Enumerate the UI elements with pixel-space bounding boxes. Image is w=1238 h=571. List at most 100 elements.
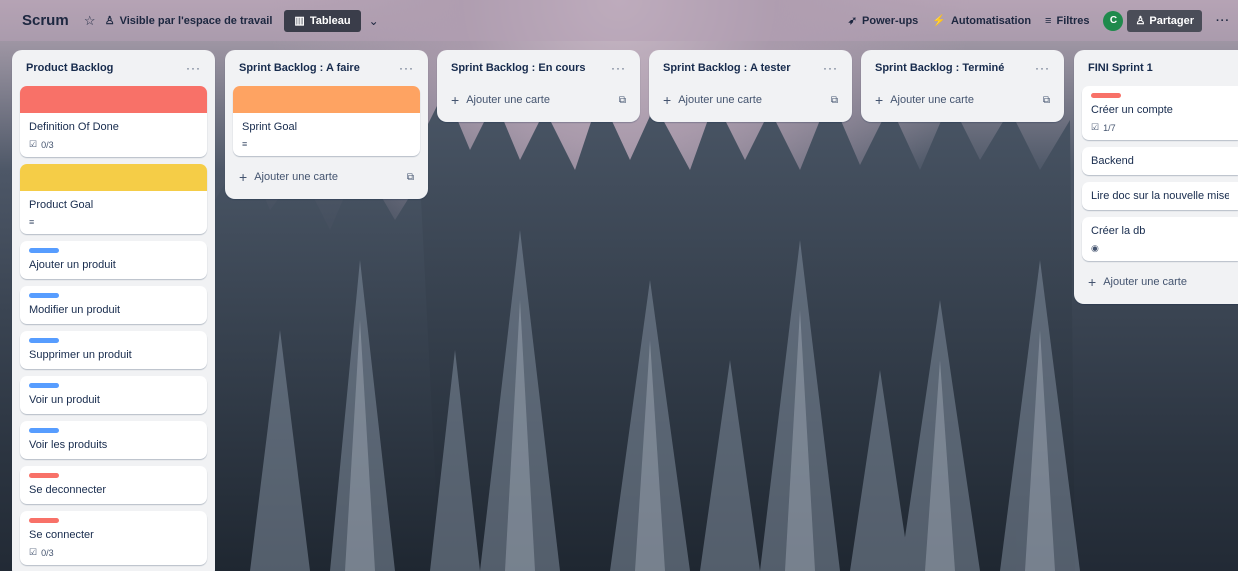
checklist-icon: ☑ [29,547,38,557]
card-title: Backend [1091,155,1134,167]
list-sprint-a-tester: Sprint Backlog : A tester ··· + Ajouter u… [649,50,852,122]
card-label[interactable] [29,248,59,253]
card[interactable]: Supprimer un produit [20,331,207,369]
card[interactable]: Definition Of Done ☑ 0/3 [20,86,207,157]
card-title: Modifier un produit [29,304,121,316]
description-icon: ≡ [242,139,248,149]
automation-button[interactable]: ⚡ Automatisation [932,14,1032,28]
people-icon: ♙ [104,15,115,27]
card-title: Voir les produits [29,439,108,451]
plus-icon: + [451,92,460,108]
card-title: Definition Of Done [29,121,119,133]
list-header: Sprint Backlog : Terminé ··· [869,50,1056,86]
share-label: Partager [1149,14,1194,27]
card-title: Product Goal [29,199,94,211]
template-icon[interactable]: ⧉ [619,95,626,106]
powerups-label: Power-ups [862,14,919,27]
list-title[interactable]: Sprint Backlog : Terminé [875,62,1004,74]
person-add-icon: ♙ [1135,15,1146,27]
card[interactable]: Voir les produits [20,421,207,459]
list-header: Sprint Backlog : En cours ··· [445,50,632,86]
filters-button[interactable]: ≡ Filtres [1045,15,1089,27]
add-card-button[interactable]: + Ajouter une carte [1082,268,1238,296]
card-cover [233,86,420,113]
card-label[interactable] [29,383,59,388]
list-menu-icon[interactable]: ··· [823,61,838,75]
card-title: Voir un produit [29,394,100,406]
list-title[interactable]: Sprint Backlog : A tester [663,62,791,74]
card-title: Se deconnecter [29,484,107,496]
card-cover [20,86,207,113]
add-card-button[interactable]: + Ajouter une carte ⧉ [233,163,420,191]
card-label[interactable] [29,293,59,298]
card-title: Lire doc sur la nouvelle mises [1091,190,1229,202]
rocket-icon: ➶ [847,15,858,27]
card[interactable]: Backend [1082,147,1238,175]
list-title[interactable]: Sprint Backlog : En cours [451,62,585,74]
card[interactable]: Se connecter ☑ 0/3 [20,511,207,565]
checklist-count: 1/7 [1103,122,1116,133]
add-card-label: Ajouter une carte [466,94,550,106]
visibility-button[interactable]: ♙ Visible par l'espace de travail [104,14,273,28]
card-label[interactable] [29,518,59,523]
star-icon[interactable]: ☆ [79,10,101,32]
card-label[interactable] [29,428,59,433]
add-card-label: Ajouter une carte [678,94,762,106]
card[interactable]: Se deconnecter [20,466,207,504]
automation-label: Automatisation [950,14,1032,27]
powerups-button[interactable]: ➶ Power-ups [847,14,919,28]
card[interactable]: Sprint Goal ≡ [233,86,420,156]
board-header: Scrum ☆ ♙ Visible par l'espace de travai… [0,0,1238,41]
list-sprint-en-cours: Sprint Backlog : En cours ··· + Ajouter u… [437,50,640,122]
list-title[interactable]: Product Backlog [26,62,113,74]
description-icon: ≡ [29,217,35,227]
list-menu-icon[interactable]: ··· [186,61,201,75]
plus-icon: + [663,92,672,108]
checklist-count: 0/3 [41,139,54,150]
chevron-down-icon[interactable]: ⌄ [369,14,379,28]
card[interactable]: Voir un produit [20,376,207,414]
list-title[interactable]: FINI Sprint 1 [1088,62,1153,74]
list-header: Sprint Backlog : A tester ··· [657,50,844,86]
card-label[interactable] [29,473,59,478]
template-icon[interactable]: ⧉ [831,95,838,106]
add-card-button[interactable]: + Ajouter une carte ⧉ [445,86,632,114]
card-title: Créer un compte [1091,104,1173,116]
list-menu-icon[interactable]: ··· [399,61,414,75]
avatar[interactable]: C [1103,10,1124,31]
more-icon[interactable]: ··· [1216,15,1230,27]
list-product-backlog: Product Backlog ··· Definition Of Done ☑… [12,50,215,571]
list-header: FINI Sprint 1 [1082,50,1238,86]
board-view-button[interactable]: ▥ Tableau [284,9,361,32]
checklist-badge: ☑ 0/3 [29,139,198,150]
list-header: Sprint Backlog : A faire ··· [233,50,420,86]
card[interactable]: Lire doc sur la nouvelle mises [1082,182,1238,210]
checklist-icon: ☑ [1091,122,1100,132]
add-card-button[interactable]: + Ajouter une carte ⧉ [657,86,844,114]
card[interactable]: Créer un compte ☑ 1/7 [1082,86,1238,140]
card-cover [20,164,207,191]
list-sprint-a-faire: Sprint Backlog : A faire ··· Sprint Goal… [225,50,428,199]
template-icon[interactable]: ⧉ [407,172,414,183]
add-card-label: Ajouter une carte [1103,276,1187,288]
card[interactable]: Modifier un produit [20,286,207,324]
add-card-label: Ajouter une carte [254,171,338,183]
share-button[interactable]: ♙ Partager [1127,9,1202,32]
card-title: Sprint Goal [242,121,298,133]
board-view-icon: ▥ [294,15,305,27]
board-view-label: Tableau [309,14,351,27]
list-menu-icon[interactable]: ··· [611,61,626,75]
card[interactable]: Créer la db ◉ [1082,217,1238,261]
filter-icon: ≡ [1045,14,1052,27]
board-title[interactable]: Scrum [22,12,69,29]
card-label[interactable] [1091,93,1121,98]
checklist-badge: ☑ 1/7 [1091,122,1229,133]
card[interactable]: Ajouter un produit [20,241,207,279]
card[interactable]: Product Goal ≡ [20,164,207,234]
template-icon[interactable]: ⧉ [1043,95,1050,106]
eye-icon: ◉ [1091,243,1099,253]
card-label[interactable] [29,338,59,343]
add-card-button[interactable]: + Ajouter une carte ⧉ [869,86,1056,114]
list-title[interactable]: Sprint Backlog : A faire [239,62,360,74]
list-menu-icon[interactable]: ··· [1035,61,1050,75]
